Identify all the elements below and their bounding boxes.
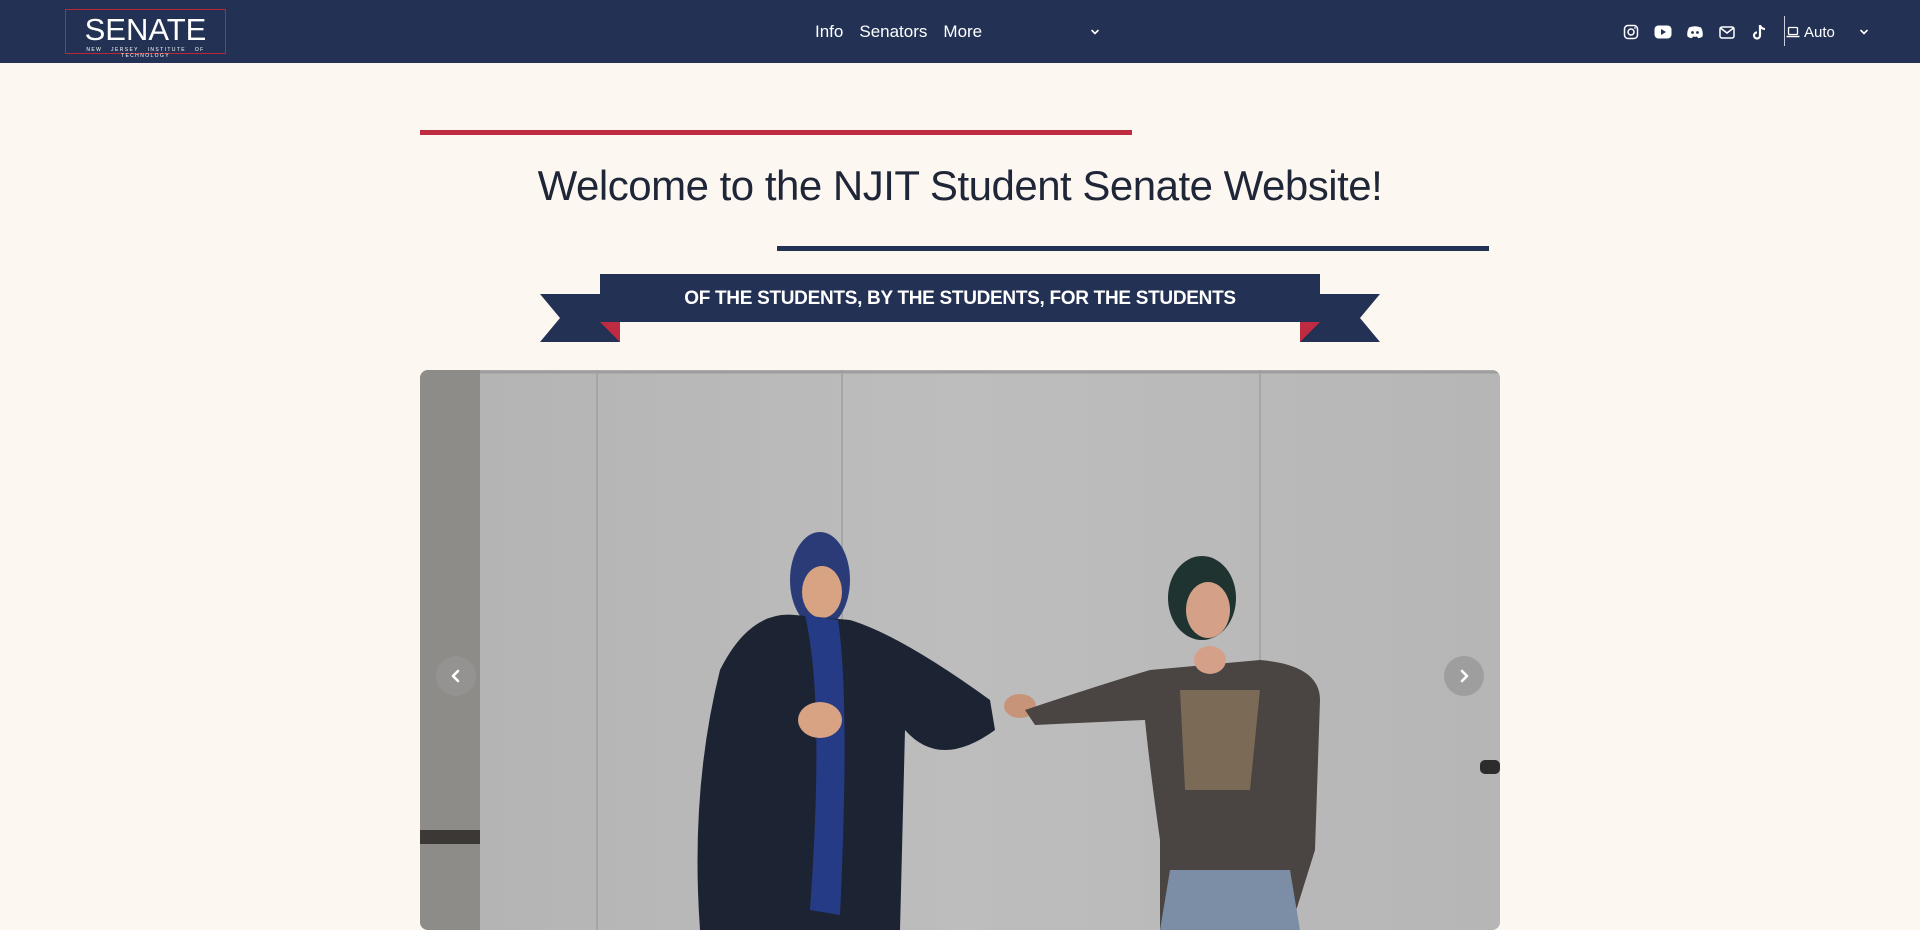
chevron-left-icon [451,669,460,683]
logo-title: SENATE [84,12,207,47]
chevron-down-icon[interactable] [1089,26,1101,38]
chevron-right-icon [1460,669,1469,683]
mail-icon[interactable] [1718,23,1736,41]
nav-link-senators[interactable]: Senators [859,22,927,42]
carousel-prev-button[interactable] [436,656,476,696]
tiktok-icon[interactable] [1750,23,1768,41]
social-links [1622,22,1782,42]
nav-link-more[interactable]: More [943,22,982,42]
nav-link-info[interactable]: Info [815,22,843,42]
motto-text: OF THE STUDENTS, BY THE STUDENTS, FOR TH… [684,288,1236,309]
theme-select[interactable]: Auto [1786,21,1868,43]
decorative-navy-line [777,246,1489,251]
motto-ribbon-banner: OF THE STUDENTS, BY THE STUDENTS, FOR TH… [540,274,1380,344]
logo-subtitle: NEW JERSEY INSTITUTE OF TECHNOLOGY [86,47,205,59]
theme-label: Auto [1804,23,1835,41]
carousel-photo [420,370,1500,930]
photo-carousel[interactable] [420,370,1500,930]
nav-links: Info Senators More [815,0,1099,63]
discord-icon[interactable] [1686,23,1704,41]
instagram-icon[interactable] [1622,23,1640,41]
chevron-down-icon [1860,29,1868,35]
youtube-icon[interactable] [1654,23,1672,41]
senate-logo[interactable]: SENATE NEW JERSEY INSTITUTE OF TECHNOLOG… [65,9,226,59]
laptop-icon [1786,26,1800,38]
navbar: SENATE NEW JERSEY INSTITUTE OF TECHNOLOG… [0,0,1920,63]
page-title: Welcome to the NJIT Student Senate Websi… [537,162,1383,209]
carousel-next-button[interactable] [1444,656,1484,696]
decorative-red-line [420,130,1132,135]
theme-divider [1784,16,1785,46]
